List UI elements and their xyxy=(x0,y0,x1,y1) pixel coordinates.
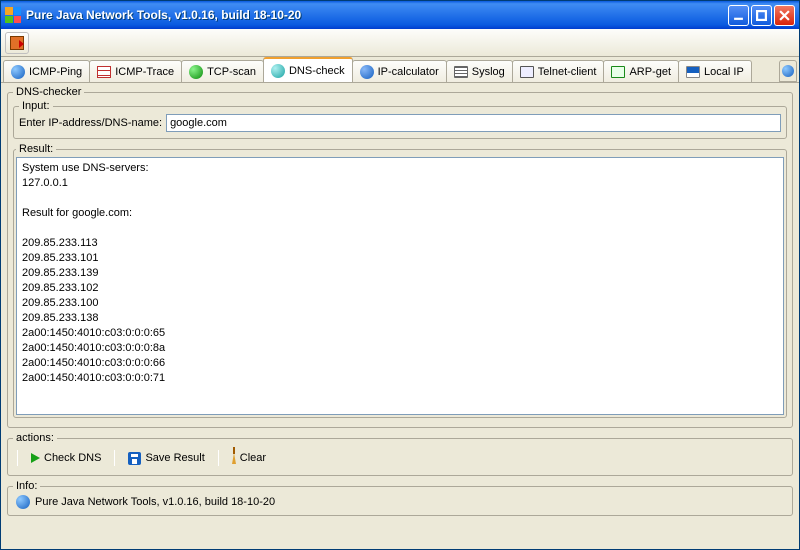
tab-telnet-client[interactable]: Telnet-client xyxy=(512,60,605,82)
info-text: Pure Java Network Tools, v1.0.16, build … xyxy=(35,496,275,508)
tab-icmp-ping[interactable]: ICMP-Ping xyxy=(3,60,90,82)
save-result-button[interactable]: Save Result xyxy=(121,448,211,468)
result-output[interactable]: System use DNS-servers: 127.0.0.1 Result… xyxy=(16,157,784,415)
minimize-button[interactable] xyxy=(728,5,749,26)
main-toolbar xyxy=(1,29,799,57)
separator xyxy=(17,450,18,466)
maximize-button[interactable] xyxy=(751,5,772,26)
actions-legend: actions: xyxy=(13,432,57,444)
tab-label: IP-calculator xyxy=(378,66,439,78)
dns-input[interactable] xyxy=(166,114,781,132)
dns-checker-group: DNS-checker Input: Enter IP-address/DNS-… xyxy=(7,86,793,428)
tab-dns-check[interactable]: DNS-check xyxy=(263,57,353,82)
save-icon xyxy=(128,452,141,465)
tab-strip: ICMP-Ping ICMP-Trace TCP-scan DNS-check … xyxy=(1,57,799,83)
exit-button[interactable] xyxy=(5,32,29,54)
titlebar: Pure Java Network Tools, v1.0.16, build … xyxy=(1,1,799,29)
trace-icon xyxy=(97,66,111,78)
app-icon xyxy=(5,7,21,23)
separator xyxy=(218,450,219,466)
play-icon xyxy=(31,453,40,463)
tab-ip-calculator[interactable]: IP-calculator xyxy=(352,60,447,82)
clear-button[interactable]: Clear xyxy=(225,448,273,468)
tab-label: TCP-scan xyxy=(207,66,256,78)
globe-icon xyxy=(782,65,794,77)
group-legend: DNS-checker xyxy=(13,86,84,98)
actions-group: actions: Check DNS Save Result Clear xyxy=(7,432,793,476)
ip-icon xyxy=(360,65,374,79)
tab-icmp-trace[interactable]: ICMP-Trace xyxy=(89,60,182,82)
input-group: Input: Enter IP-address/DNS-name: xyxy=(13,100,787,139)
input-legend: Input: xyxy=(19,100,53,112)
clear-icon xyxy=(232,453,236,464)
content-area: DNS-checker Input: Enter IP-address/DNS-… xyxy=(1,83,799,523)
scan-icon xyxy=(189,65,203,79)
tab-label: Telnet-client xyxy=(538,66,597,78)
localip-icon xyxy=(686,66,700,78)
tab-label: ICMP-Ping xyxy=(29,66,82,78)
result-group: Result: System use DNS-servers: 127.0.0.… xyxy=(13,143,787,418)
exit-icon xyxy=(10,36,24,50)
tab-label: Local IP xyxy=(704,66,744,78)
info-legend: Info: xyxy=(13,480,40,492)
window-controls xyxy=(728,5,795,26)
telnet-icon xyxy=(520,66,534,78)
tab-label: DNS-check xyxy=(289,65,345,77)
tab-local-ip[interactable]: Local IP xyxy=(678,60,752,82)
info-group: Info: Pure Java Network Tools, v1.0.16, … xyxy=(7,480,793,516)
tab-syslog[interactable]: Syslog xyxy=(446,60,513,82)
input-label: Enter IP-address/DNS-name: xyxy=(19,117,162,129)
globe-icon xyxy=(16,495,30,509)
separator xyxy=(114,450,115,466)
tab-arp-get[interactable]: ARP-get xyxy=(603,60,679,82)
tab-label: ICMP-Trace xyxy=(115,66,174,78)
tab-label: Syslog xyxy=(472,66,505,78)
syslog-icon xyxy=(454,66,468,78)
arp-icon xyxy=(611,66,625,78)
dns-icon xyxy=(271,64,285,78)
tab-scroll-right[interactable] xyxy=(779,60,797,82)
tab-label: ARP-get xyxy=(629,66,671,78)
globe-icon xyxy=(11,65,25,79)
check-dns-button[interactable]: Check DNS xyxy=(24,448,108,468)
result-legend: Result: xyxy=(16,143,56,155)
window-title: Pure Java Network Tools, v1.0.16, build … xyxy=(26,8,728,22)
close-button[interactable] xyxy=(774,5,795,26)
button-label: Clear xyxy=(240,452,266,464)
button-label: Check DNS xyxy=(44,452,101,464)
tab-tcp-scan[interactable]: TCP-scan xyxy=(181,60,264,82)
button-label: Save Result xyxy=(145,452,204,464)
